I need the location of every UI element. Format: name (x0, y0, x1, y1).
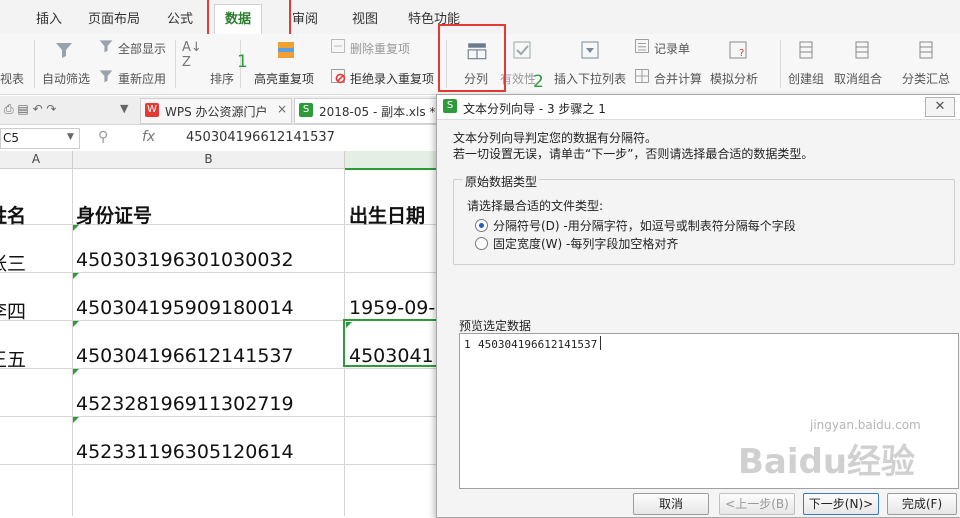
cell-name[interactable]: 张三 (0, 249, 26, 276)
create-group-button[interactable]: 创建组 (788, 70, 824, 87)
cell-id[interactable]: 450304196612141537 (76, 345, 294, 367)
cell-id[interactable]: 450303196301030032 (76, 249, 294, 271)
reject-duplicates-icon (331, 69, 346, 84)
tab-insert[interactable]: 插入 (36, 8, 62, 32)
what-if-analysis-button[interactable]: 模拟分析 (710, 70, 758, 87)
preview-text: 450304196612141537 (478, 338, 598, 351)
tab-formulas[interactable]: 公式 (167, 8, 193, 32)
zoom-icon[interactable]: ⚲ (98, 129, 108, 145)
refilter-icon (99, 70, 113, 83)
what-if-analysis-icon: ? (729, 41, 747, 59)
quick-access-icons: ⎙ ▤ ↶ ↷ (4, 102, 57, 116)
option-fixed-width-label[interactable]: 固定宽度(W) -每列字段加空格对齐 (493, 235, 678, 252)
dialog-title: 文本分列向导 - 3 步骤之 1 (463, 102, 606, 116)
preview-label: 预览选定数据 (459, 319, 532, 333)
annotation-step-1: 1 (237, 52, 248, 72)
annotation-step-2: 2 (533, 72, 544, 92)
intro-text-2: 若一切设置无误，请单击“下一步”，否则请选择最合适的数据类型。 (453, 147, 814, 161)
highlight-duplicates-button[interactable]: 高亮重复项 (254, 70, 314, 87)
chevron-down-icon: ▼ (67, 132, 74, 142)
consolidate-button[interactable]: 合并计算 (654, 70, 702, 87)
auto-filter-button[interactable]: 自动筛选 (42, 70, 90, 87)
back-button[interactable]: <上一步(B) (719, 493, 795, 515)
cell-id[interactable]: 452328196911302719 (76, 393, 294, 415)
column-headers: A B (0, 151, 441, 170)
cell-birthdate[interactable]: 1959-09- (349, 297, 435, 319)
record-form-icon (635, 39, 649, 53)
formula-input[interactable]: 450304196612141537 (186, 130, 335, 145)
group-icon (799, 41, 813, 59)
option-delimited-label[interactable]: 分隔符号(D) -用分隔字符，如逗号或制表符分隔每个字段 (493, 217, 796, 234)
column-header-b[interactable]: B (73, 151, 345, 168)
radio-fixed-width[interactable] (475, 237, 488, 250)
cell-birthdate[interactable]: 4503041 (349, 345, 434, 367)
group-label: 原始数据类型 (463, 173, 540, 190)
header-cell-birthdate[interactable]: 出生日期 (349, 201, 425, 228)
filter-all-icon (99, 40, 113, 53)
doc-tab-wps-portal[interactable]: W WPS 办公资源门户 × (140, 98, 292, 124)
subtotal-icon (919, 41, 933, 59)
choose-type-label: 请选择最合适的文件类型: (467, 199, 604, 213)
cancel-button[interactable]: 取消 (633, 493, 709, 515)
column-break-line[interactable] (600, 336, 601, 350)
cell-name[interactable]: 王五 (0, 345, 26, 372)
sheet-grid: 姓名 身份证号 出生日期 张三 450303196301030032 李四 45… (0, 169, 440, 516)
column-header-c[interactable] (345, 151, 441, 170)
chevron-down-icon[interactable]: ▼ (120, 102, 128, 115)
next-button[interactable]: 下一步(N)> (803, 493, 879, 515)
preview-line-number: 1 (464, 338, 471, 351)
insert-dropdown-icon (581, 41, 599, 59)
sort-button[interactable]: 排序 (210, 70, 234, 87)
tab-view[interactable]: 视图 (352, 8, 378, 32)
close-icon: ✕ (934, 99, 946, 114)
name-box[interactable]: C5 ▼ (0, 128, 80, 149)
column-header-a[interactable]: A (0, 151, 73, 168)
cell-id[interactable]: 452331196305120614 (76, 441, 294, 463)
cell-name[interactable]: 李四 (0, 297, 26, 324)
sort-az-icon: A↓ Z (182, 40, 202, 70)
spreadsheet-logo-icon: S (299, 103, 313, 117)
radio-delimited[interactable] (475, 219, 488, 232)
show-all-button[interactable]: 全部显示 (118, 40, 166, 57)
close-button[interactable]: ✕ (925, 97, 955, 117)
function-icon[interactable]: fx (142, 129, 155, 145)
reject-duplicates-button[interactable]: 拒绝录入重复项 (350, 70, 434, 87)
pivot-table-button[interactable]: 视表 (0, 70, 24, 87)
watermark-brand: Baidu经验 (738, 442, 916, 482)
close-icon[interactable]: × (277, 102, 287, 116)
watermark-site: jingyan.baidu.com (810, 418, 921, 432)
highlight-duplicates-icon (278, 42, 294, 58)
header-cell-name[interactable]: 姓名 (0, 201, 26, 228)
remove-duplicates-button[interactable]: 删除重复项 (350, 40, 410, 57)
spreadsheet-logo-icon: S (443, 99, 457, 113)
highlight-box-split-column (438, 24, 506, 92)
validity-icon (513, 41, 531, 59)
cell-ref: C5 (3, 131, 20, 145)
ungroup-button[interactable]: 取消组合 (834, 70, 882, 87)
insert-dropdown-list-button[interactable]: 插入下拉列表 (554, 70, 626, 87)
subtotal-button[interactable]: 分类汇总 (902, 70, 950, 87)
ungroup-icon (855, 41, 869, 59)
cell-id[interactable]: 450304195909180014 (76, 297, 294, 319)
doc-tab-label: WPS 办公资源门户 (165, 105, 268, 119)
svg-text:?: ? (739, 48, 744, 59)
tab-review[interactable]: 审阅 (292, 8, 318, 32)
wps-logo-icon: W (145, 103, 159, 117)
record-form-button[interactable]: 记录单 (654, 40, 690, 57)
finish-button[interactable]: 完成(F) (887, 493, 957, 515)
funnel-icon (56, 43, 72, 58)
intro-text-1: 文本分列向导判定您的数据有分隔符。 (453, 131, 658, 145)
tab-page-layout[interactable]: 页面布局 (88, 8, 140, 32)
reapply-button[interactable]: 重新应用 (118, 70, 166, 87)
dialog-titlebar: S 文本分列向导 - 3 步骤之 1 ✕ (437, 95, 960, 120)
consolidate-icon (635, 69, 649, 83)
header-cell-id[interactable]: 身份证号 (76, 201, 152, 228)
doc-tab-spreadsheet[interactable]: S 2018-05 - 副本.xls * (294, 98, 456, 124)
remove-duplicates-icon (331, 39, 345, 53)
doc-tab-label: 2018-05 - 副本.xls * (319, 105, 436, 119)
